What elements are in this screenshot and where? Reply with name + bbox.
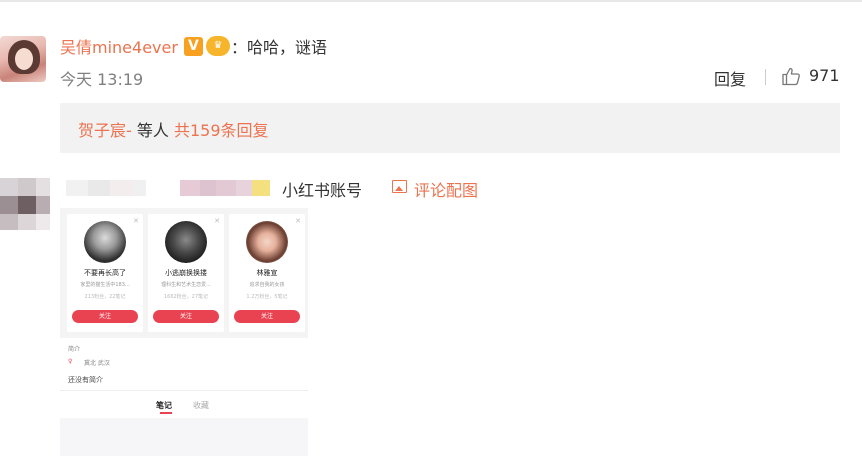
user-card: ✕ 小逃崩换换搂 理科生和艺术生恋爱... 1662粉丝，27笔记 关注 [148,214,224,332]
sub-reply-line: 贺子宸- 等人 共159条回复 [78,117,269,141]
notes-area [60,418,308,456]
card-desc: 家里的猫生活中183... [80,282,130,288]
close-icon: ✕ [295,217,301,225]
user-card: ✕ 林雅宣 追求自我的女孩 1.2万粉丝，5笔记 关注 [229,214,305,332]
comment-image-link[interactable]: 评论配图 [414,177,478,201]
like-count: 971 [809,66,840,85]
vip-badge-icon: ♛ [205,36,230,56]
reply-button[interactable]: 回复 [714,66,746,90]
location-text: 冀北 武汉 [84,360,110,367]
card-stats: 1662粉丝，27笔记 [163,294,209,300]
bio-text: 还没有简介 [68,376,103,384]
avatar-blurred[interactable] [0,178,50,230]
comment-image[interactable]: ✕ 不要再长高了 家里的猫生活中183... 213粉丝，22笔记 关注 ✕ 小… [60,208,308,456]
card-stats: 213粉丝，22笔记 [84,294,126,300]
thumbs-up-icon[interactable] [781,66,801,86]
action-separator [765,69,766,85]
top-divider [0,0,862,2]
sub-reply-text: 等人 [136,121,169,140]
divider [60,390,308,391]
card-name: 林雅宣 [256,269,278,277]
user-card: ✕ 不要再长高了 家里的猫生活中183... 213粉丝，22笔记 关注 [67,214,143,332]
tab-collect: 收藏 [193,401,209,410]
section-label: 简介 [68,346,81,353]
comment-text: 哈哈，谜语 [246,38,327,57]
close-icon: ✕ [214,217,220,225]
verified-v-icon: V [183,36,203,56]
follow-button: 关注 [234,310,300,323]
comment-header: 吴倩mine4ever V ♛ ： 哈哈，谜语 [60,35,327,57]
card-desc: 追求自我的女孩 [249,282,285,288]
follow-button: 关注 [153,310,219,323]
card-stats: 1.2万粉丝，5笔记 [246,294,288,300]
username-blurred[interactable] [66,177,276,199]
avatar [246,221,288,263]
avatar[interactable] [0,36,46,82]
tab-active-indicator [160,412,172,414]
comment-text: 小红书账号 [282,181,363,200]
card-name: 小逃崩换换搂 [165,269,207,277]
avatar [165,221,207,263]
card-name: 不要再长高了 [84,269,126,277]
sub-reply-username[interactable]: 贺子宸- [78,121,132,140]
card-desc: 理科生和艺术生恋爱... [161,282,211,288]
more-replies-link[interactable]: 共159条回复 [174,121,269,140]
tab-notes: 笔记 [156,401,172,410]
gender-icon: ♀ [68,358,73,365]
follow-button: 关注 [72,310,138,323]
profile-section: 简介 ♀ 冀北 武汉 还没有简介 笔记 收藏 [60,338,308,456]
avatar [84,221,126,263]
comment-timestamp: 今天 13:19 [60,70,144,89]
username-link[interactable]: 吴倩mine4ever [60,34,178,58]
close-icon: ✕ [133,217,139,225]
image-icon[interactable] [392,180,407,193]
comment-colon: ： [230,38,247,57]
